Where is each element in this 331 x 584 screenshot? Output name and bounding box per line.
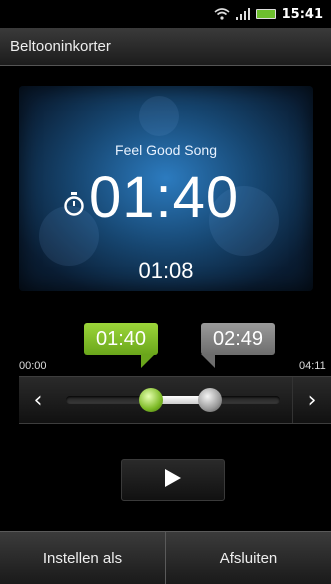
set-as-button[interactable]: Instellen als (0, 532, 165, 584)
range-start-label: 00:00 (19, 360, 47, 372)
play-button[interactable] (121, 459, 225, 501)
stopwatch-icon (63, 192, 85, 220)
trim-start-handle[interactable] (139, 388, 164, 412)
trim-bar: ‹ › (19, 376, 331, 424)
song-title: Feel Good Song (115, 142, 217, 158)
player-display: Feel Good Song 01:40 01:08 (19, 86, 313, 291)
current-position-time: 01:40 (89, 165, 240, 230)
play-icon (164, 468, 182, 492)
status-bar: 15:41 (0, 0, 331, 28)
wifi-icon (214, 8, 230, 20)
range-end-label: 04:11 (299, 360, 326, 372)
trim-end-marker-tail (201, 354, 215, 368)
title-bar: Beltooninkorter (0, 28, 331, 66)
bokeh-decoration (139, 96, 179, 136)
elapsed-time: 01:08 (138, 258, 194, 283)
close-button[interactable]: Afsluiten (165, 532, 331, 584)
status-time: 15:41 (281, 6, 323, 22)
chevron-left-icon: ‹ (33, 387, 43, 413)
trim-start-marker[interactable]: 01:40 (84, 323, 158, 355)
next-arrow-button[interactable]: › (292, 377, 331, 423)
trim-start-marker-tail (141, 354, 155, 368)
trim-end-marker[interactable]: 02:49 (201, 323, 275, 355)
trim-end-handle[interactable] (198, 388, 223, 412)
previous-arrow-button[interactable]: ‹ (19, 377, 57, 423)
signal-icon (235, 8, 250, 20)
bottom-action-bar: Instellen als Afsluiten (0, 531, 331, 584)
page-title: Beltooninkorter (10, 38, 111, 55)
chevron-right-icon: › (307, 387, 317, 413)
battery-icon (255, 9, 276, 19)
trim-track[interactable] (66, 388, 280, 412)
